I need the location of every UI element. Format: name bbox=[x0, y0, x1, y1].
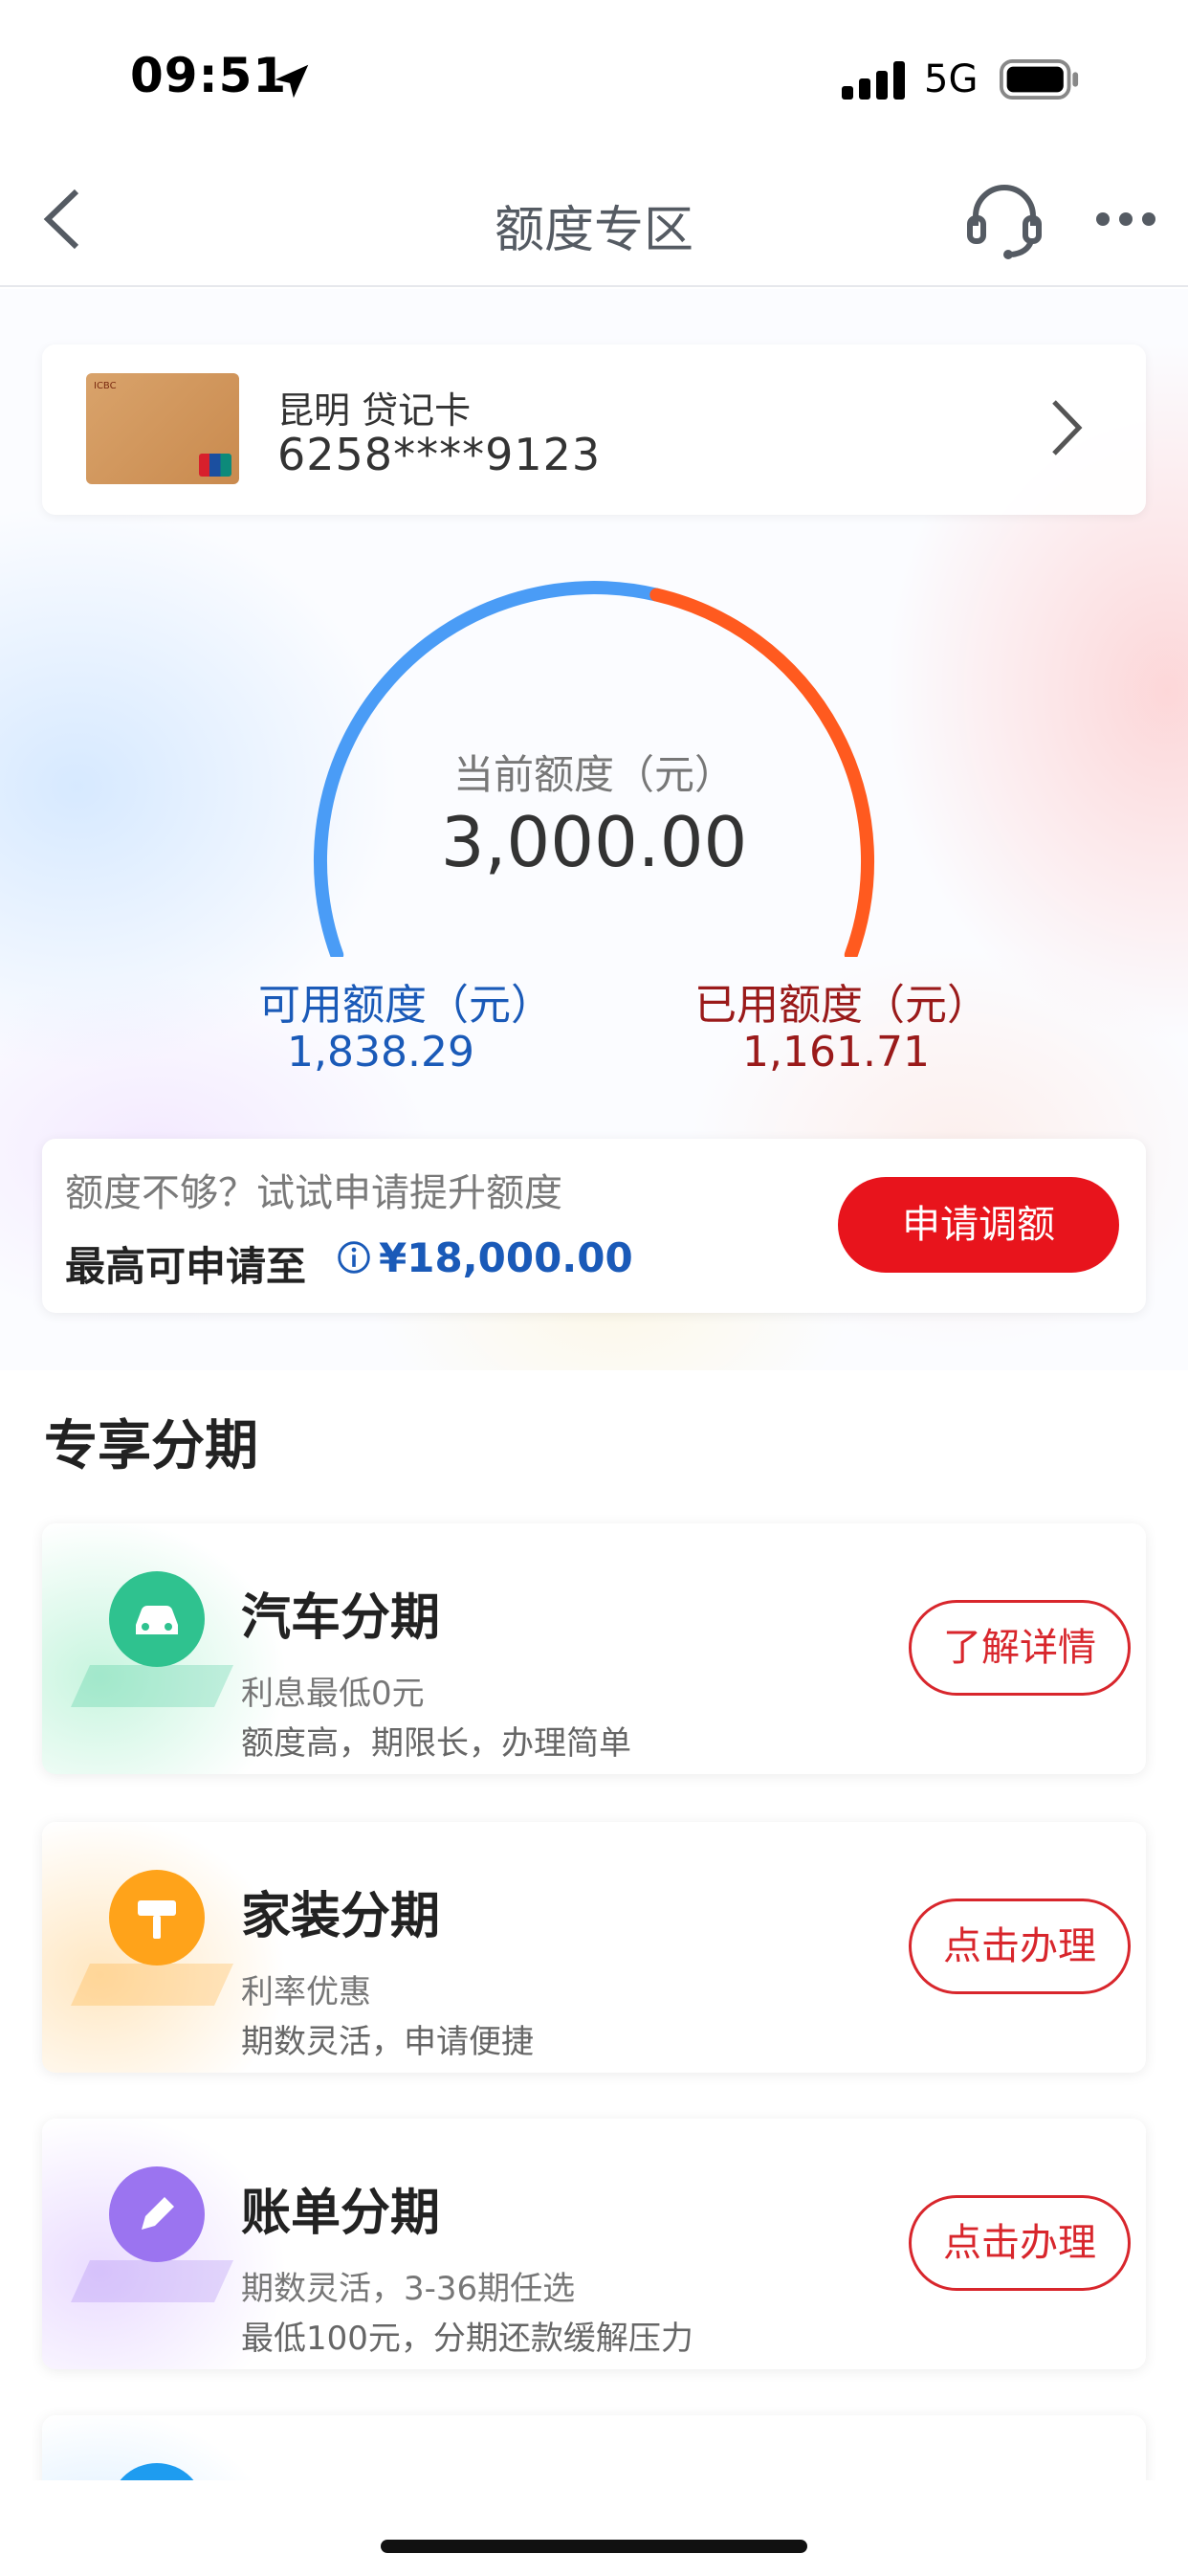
installment-desc-2: 最低100元，分期还款缓解压力 bbox=[241, 2320, 693, 2358]
pencil-icon bbox=[109, 2166, 205, 2262]
apply-button[interactable]: 点击办理 bbox=[909, 2195, 1131, 2291]
installment-title: 汽车分期 bbox=[241, 1589, 441, 1647]
used-label: 已用额度（元） bbox=[694, 981, 989, 1030]
card-thumbnail: ICBC bbox=[86, 373, 239, 484]
bottom-bar bbox=[0, 2480, 1188, 2576]
chevron-right-icon bbox=[1052, 400, 1083, 455]
installment-desc-1: 期数灵活，3-36期任选 bbox=[241, 2270, 576, 2308]
signal-icon bbox=[842, 61, 905, 100]
headset-icon[interactable] bbox=[966, 180, 1043, 260]
more-dots-icon[interactable] bbox=[1095, 205, 1156, 233]
apply-button[interactable]: 点击办理 bbox=[909, 1899, 1131, 1994]
available-value: 1,838.29 bbox=[287, 1028, 474, 1077]
card-name: 昆明 贷记卡 bbox=[277, 389, 472, 432]
home-indicator bbox=[381, 2540, 807, 2553]
status-time: 09:51 bbox=[130, 48, 288, 103]
installment-card-bill[interactable]: 账单分期 期数灵活，3-36期任选 最低100元，分期还款缓解压力 点击办理 bbox=[42, 2119, 1146, 2369]
used-value: 1,161.71 bbox=[742, 1028, 930, 1077]
installment-desc-2: 期数灵活，申请便捷 bbox=[241, 2023, 534, 2061]
gauge-label: 当前额度（元） bbox=[452, 751, 735, 798]
info-icon[interactable] bbox=[337, 1240, 371, 1275]
raise-hint: 额度不够？试试申请提升额度 bbox=[65, 1171, 562, 1215]
location-arrow-icon bbox=[275, 64, 309, 99]
raise-max-value: ¥18,000.00 bbox=[379, 1234, 633, 1281]
gauge-total: 3,000.00 bbox=[440, 802, 748, 882]
installment-desc-2: 额度高，期限长，办理简单 bbox=[241, 1724, 631, 1763]
paint-roller-icon bbox=[109, 1870, 205, 1965]
installment-title: 账单分期 bbox=[241, 2185, 441, 2242]
installment-desc-1: 利率优惠 bbox=[241, 1973, 371, 2011]
card-selector[interactable]: ICBC 昆明 贷记卡 6258****9123 bbox=[42, 344, 1146, 515]
card-number: 6258****9123 bbox=[277, 429, 602, 480]
network-type: 5G bbox=[924, 57, 979, 101]
battery-icon bbox=[1000, 59, 1079, 100]
raise-max-label: 最高可申请至 bbox=[65, 1243, 307, 1290]
available-label: 可用额度（元） bbox=[258, 981, 553, 1030]
car-icon bbox=[109, 1571, 205, 1667]
nav-bar: 额度专区 bbox=[0, 163, 1188, 287]
installment-desc-1: 利息最低0元 bbox=[241, 1675, 425, 1713]
unionpay-logo bbox=[199, 454, 231, 477]
apply-adjust-button[interactable]: 申请调额 bbox=[838, 1177, 1119, 1273]
status-bar: 09:51 5G bbox=[0, 0, 1188, 163]
installment-card-car[interactable]: 汽车分期 利息最低0元 额度高，期限长，办理简单 了解详情 bbox=[42, 1523, 1146, 1774]
installment-title: 家装分期 bbox=[241, 1888, 441, 1945]
bank-logo: ICBC bbox=[94, 381, 117, 391]
raise-limit-box: 额度不够？试试申请提升额度 最高可申请至 ¥18,000.00 申请调额 bbox=[42, 1139, 1146, 1313]
installment-card-home[interactable]: 家装分期 利率优惠 期数灵活，申请便捷 点击办理 bbox=[42, 1822, 1146, 2073]
learn-more-button[interactable]: 了解详情 bbox=[909, 1600, 1131, 1696]
section-title: 专享分期 bbox=[44, 1415, 258, 1477]
